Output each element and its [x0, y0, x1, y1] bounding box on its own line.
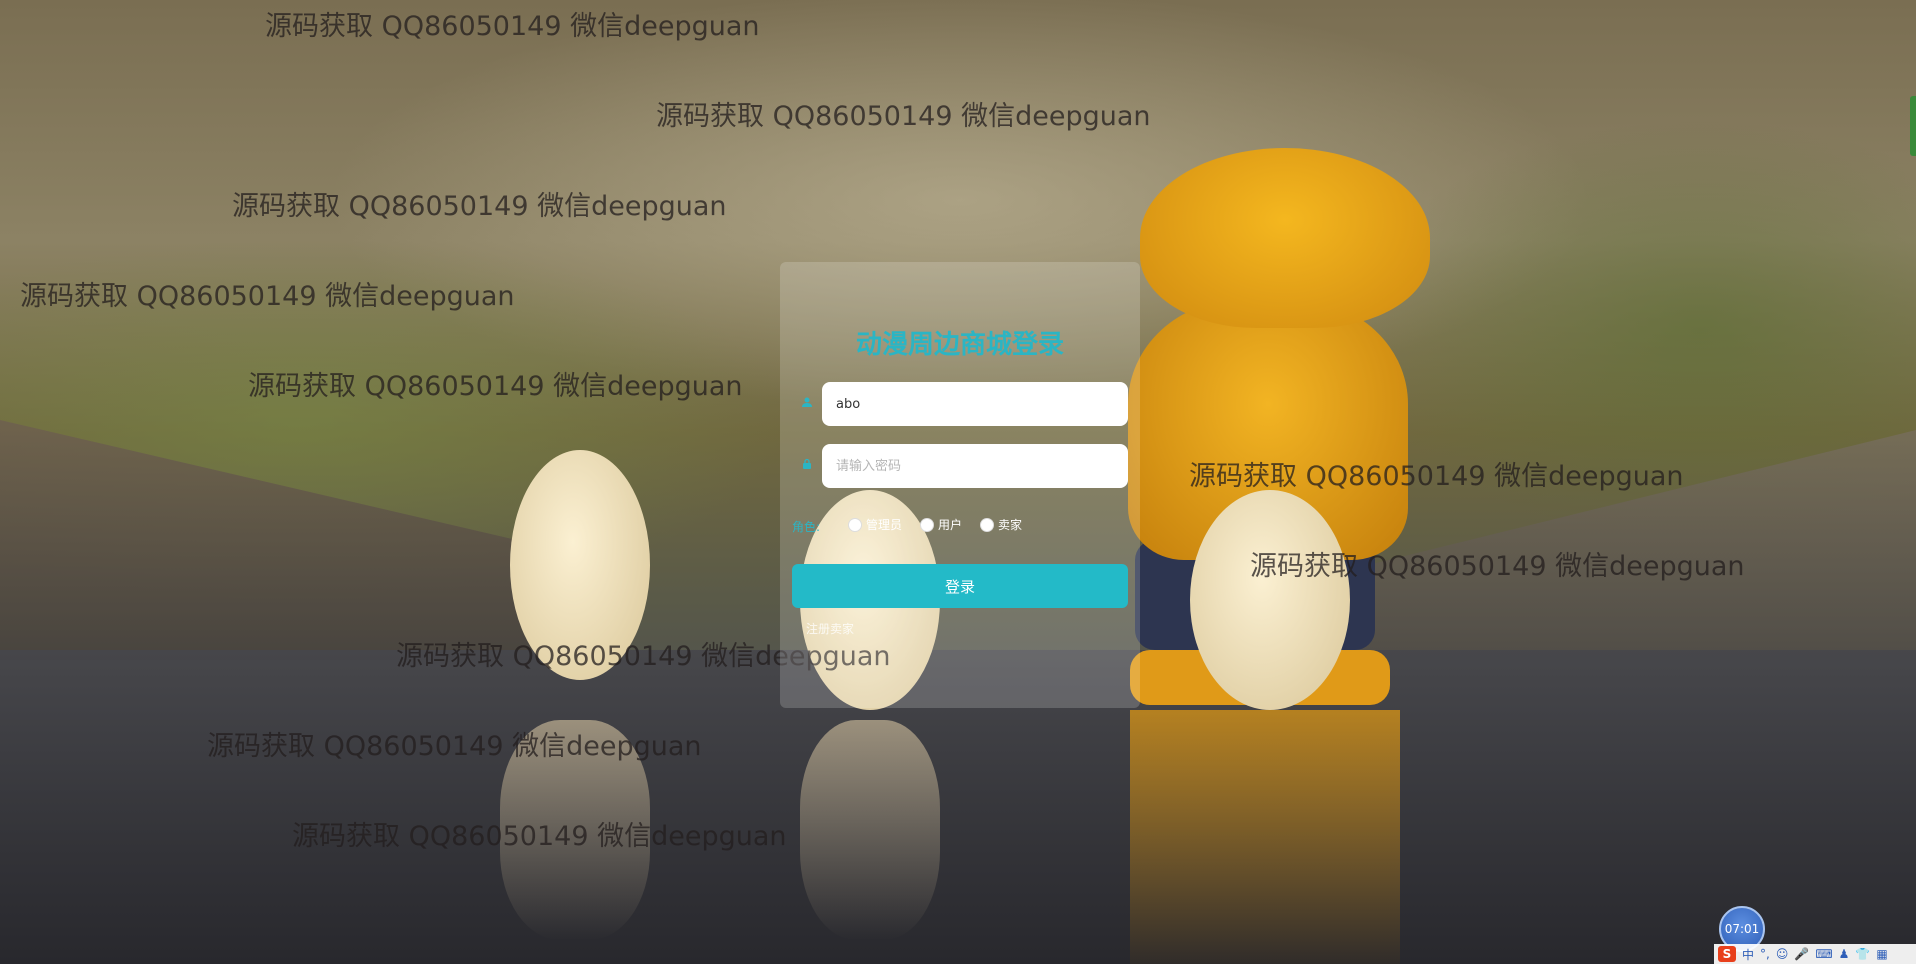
- ime-punctuation-toggle[interactable]: °,: [1760, 947, 1770, 961]
- ime-logo-icon[interactable]: S: [1718, 946, 1736, 962]
- watermark-text: 源码获取 QQ86050149 微信deepguan: [1189, 461, 1684, 492]
- register-seller-link[interactable]: 注册卖家: [806, 620, 854, 637]
- clock-time: 07:01: [1724, 922, 1760, 936]
- login-button[interactable]: 登录: [792, 564, 1128, 608]
- duck-center-reflection: [800, 720, 940, 940]
- watermark-text: 源码获取 QQ86050149 微信deepguan: [292, 821, 787, 852]
- login-card: 动漫周边商城登录 角色: 管理员 用户 卖家 登录 注册卖家: [780, 262, 1140, 708]
- role-radio-group: 管理员 用户 卖家: [848, 516, 1040, 533]
- watermark-text: 源码获取 QQ86050149 微信deepguan: [207, 731, 702, 762]
- microphone-icon[interactable]: 🎤: [1794, 947, 1809, 961]
- watermark-text: 源码获取 QQ86050149 微信deepguan: [656, 101, 1151, 132]
- watermark-text: 源码获取 QQ86050149 微信deepguan: [265, 11, 760, 42]
- duck-right: [1190, 490, 1350, 710]
- child-hat: [1140, 148, 1430, 328]
- watermark-text: 源码获取 QQ86050149 微信deepguan: [20, 281, 515, 312]
- password-input[interactable]: [822, 444, 1128, 488]
- skin-icon[interactable]: 👕: [1855, 947, 1870, 961]
- child-reflection: [1130, 710, 1400, 964]
- emoji-icon[interactable]: ☺: [1776, 947, 1789, 961]
- role-radio-admin[interactable]: [848, 517, 862, 532]
- watermark-text: 源码获取 QQ86050149 微信deepguan: [248, 371, 743, 402]
- lock-icon: [800, 458, 814, 473]
- grid-icon[interactable]: ▦: [1876, 947, 1887, 961]
- role-option-label: 卖家: [998, 518, 1023, 532]
- role-option-label: 管理员: [866, 518, 903, 532]
- watermark-text: 源码获取 QQ86050149 微信deepguan: [232, 191, 727, 222]
- ime-language-toggle[interactable]: 中: [1742, 946, 1754, 963]
- role-radio-seller[interactable]: [980, 517, 995, 532]
- side-panel-tab[interactable]: [1910, 96, 1916, 156]
- user-icon[interactable]: ♟: [1839, 947, 1850, 961]
- ime-toolbar: S 中 °, ☺ 🎤 ⌨ ♟ 👕 ▦: [1714, 944, 1916, 964]
- role-label: 角色:: [792, 520, 821, 534]
- login-title: 动漫周边商城登录: [855, 330, 1064, 360]
- user-icon: [800, 396, 814, 411]
- role-radio-user[interactable]: [920, 517, 935, 532]
- watermark-text: 源码获取 QQ86050149 微信deepguan: [1250, 551, 1745, 582]
- role-option-label: 用户: [938, 518, 963, 532]
- keyboard-icon[interactable]: ⌨: [1815, 947, 1832, 961]
- username-input[interactable]: [822, 382, 1128, 426]
